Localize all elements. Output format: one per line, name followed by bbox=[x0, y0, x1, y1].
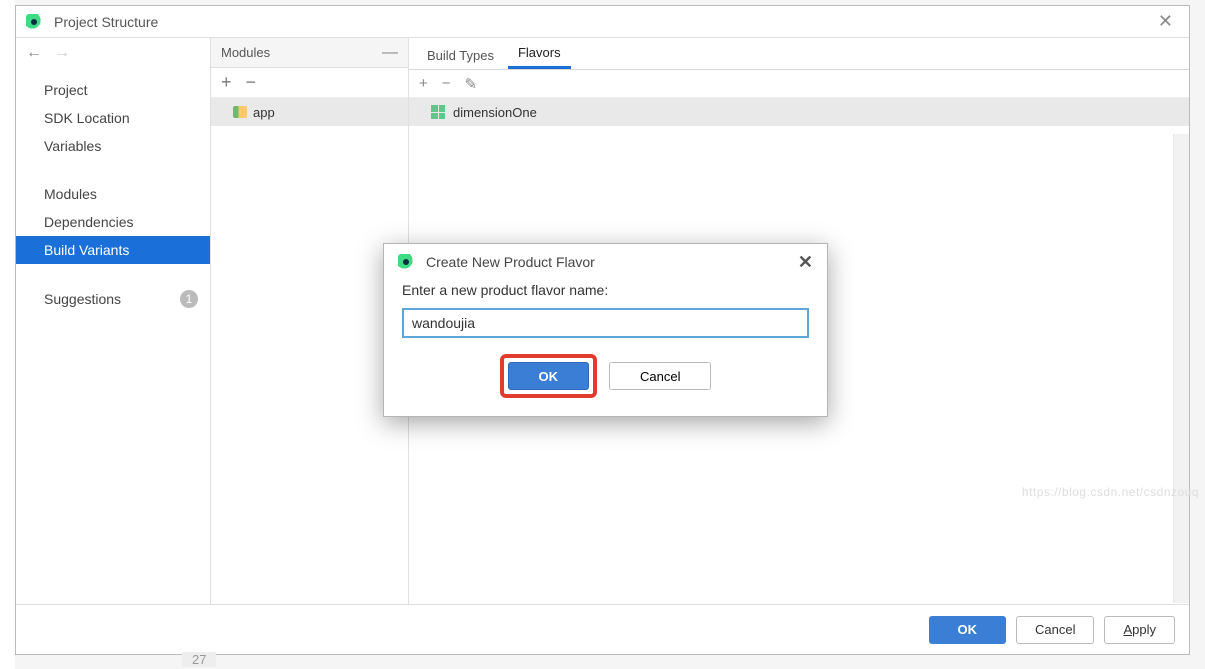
modules-column: Modules — + − app bbox=[211, 38, 409, 604]
add-module-icon[interactable]: + bbox=[221, 72, 232, 93]
watermark: https://blog.csdn.net/csdnzouq bbox=[1022, 485, 1199, 499]
nav-item-suggestions[interactable]: Suggestions 1 bbox=[16, 284, 210, 314]
titlebar: Project Structure ✕ bbox=[16, 6, 1189, 38]
flavor-item-dimensionone[interactable]: dimensionOne bbox=[409, 98, 1189, 126]
nav-item-modules[interactable]: Modules bbox=[16, 180, 210, 208]
back-icon[interactable]: ← bbox=[26, 44, 42, 62]
modules-toolbar: + − bbox=[211, 68, 408, 98]
close-icon[interactable]: ✕ bbox=[1152, 9, 1179, 34]
flavors-toolbar: + − ✎ bbox=[409, 70, 1189, 98]
flavor-label: dimensionOne bbox=[453, 105, 537, 120]
dialog-buttons: OK Cancel bbox=[402, 354, 809, 398]
line-number: 27 bbox=[182, 652, 216, 667]
window-title: Project Structure bbox=[54, 14, 158, 30]
apply-button[interactable]: Apply bbox=[1104, 616, 1175, 644]
modules-header: Modules — bbox=[211, 38, 408, 68]
module-folder-icon bbox=[233, 106, 247, 118]
close-icon[interactable]: ✕ bbox=[798, 252, 813, 273]
nav-list: Project SDK Location Variables Modules D… bbox=[16, 68, 210, 314]
nav-item-project[interactable]: Project bbox=[16, 76, 210, 104]
tabs: Build Types Flavors bbox=[409, 38, 1189, 70]
edit-flavor-icon[interactable]: ✎ bbox=[465, 75, 478, 93]
editor-gutter bbox=[0, 0, 15, 669]
add-flavor-icon[interactable]: + bbox=[419, 75, 428, 92]
ok-highlight-annotation: OK bbox=[500, 354, 598, 398]
dialog-title: Create New Product Flavor bbox=[426, 254, 595, 270]
forward-icon: → bbox=[54, 44, 70, 62]
android-studio-icon bbox=[398, 254, 414, 270]
nav-column: ← → Project SDK Location Variables Modul… bbox=[16, 38, 211, 604]
suggestions-badge: 1 bbox=[180, 290, 198, 308]
module-item-app[interactable]: app bbox=[211, 98, 408, 126]
code-fragment: 27 bbox=[182, 649, 236, 669]
scrollbar[interactable] bbox=[1173, 134, 1189, 603]
tab-flavors[interactable]: Flavors bbox=[508, 39, 571, 69]
collapse-icon[interactable]: — bbox=[382, 44, 398, 62]
tab-build-types[interactable]: Build Types bbox=[417, 42, 504, 69]
cancel-button[interactable]: Cancel bbox=[1016, 616, 1094, 644]
nav-item-sdk-location[interactable]: SDK Location bbox=[16, 104, 210, 132]
modules-header-label: Modules bbox=[221, 45, 270, 60]
android-studio-icon bbox=[26, 14, 42, 30]
nav-item-variables[interactable]: Variables bbox=[16, 132, 210, 160]
cancel-button[interactable]: Cancel bbox=[609, 362, 711, 390]
remove-module-icon[interactable]: − bbox=[246, 72, 257, 93]
dimension-icon bbox=[431, 105, 445, 119]
module-label: app bbox=[253, 105, 275, 120]
dialog-titlebar: Create New Product Flavor ✕ bbox=[384, 244, 827, 280]
nav-item-build-variants[interactable]: Build Variants bbox=[16, 236, 210, 264]
flavors-list: dimensionOne bbox=[409, 98, 1189, 126]
bottom-bar: OK Cancel Apply bbox=[16, 604, 1189, 654]
ok-button[interactable]: OK bbox=[508, 362, 590, 390]
dialog-label: Enter a new product flavor name: bbox=[402, 282, 809, 298]
flavor-name-input[interactable] bbox=[402, 308, 809, 338]
remove-flavor-icon[interactable]: − bbox=[442, 75, 451, 92]
nav-history: ← → bbox=[16, 38, 210, 68]
ok-button[interactable]: OK bbox=[929, 616, 1007, 644]
create-flavor-dialog: Create New Product Flavor ✕ Enter a new … bbox=[383, 243, 828, 417]
dialog-body: Enter a new product flavor name: OK Canc… bbox=[384, 280, 827, 416]
nav-item-dependencies[interactable]: Dependencies bbox=[16, 208, 210, 236]
